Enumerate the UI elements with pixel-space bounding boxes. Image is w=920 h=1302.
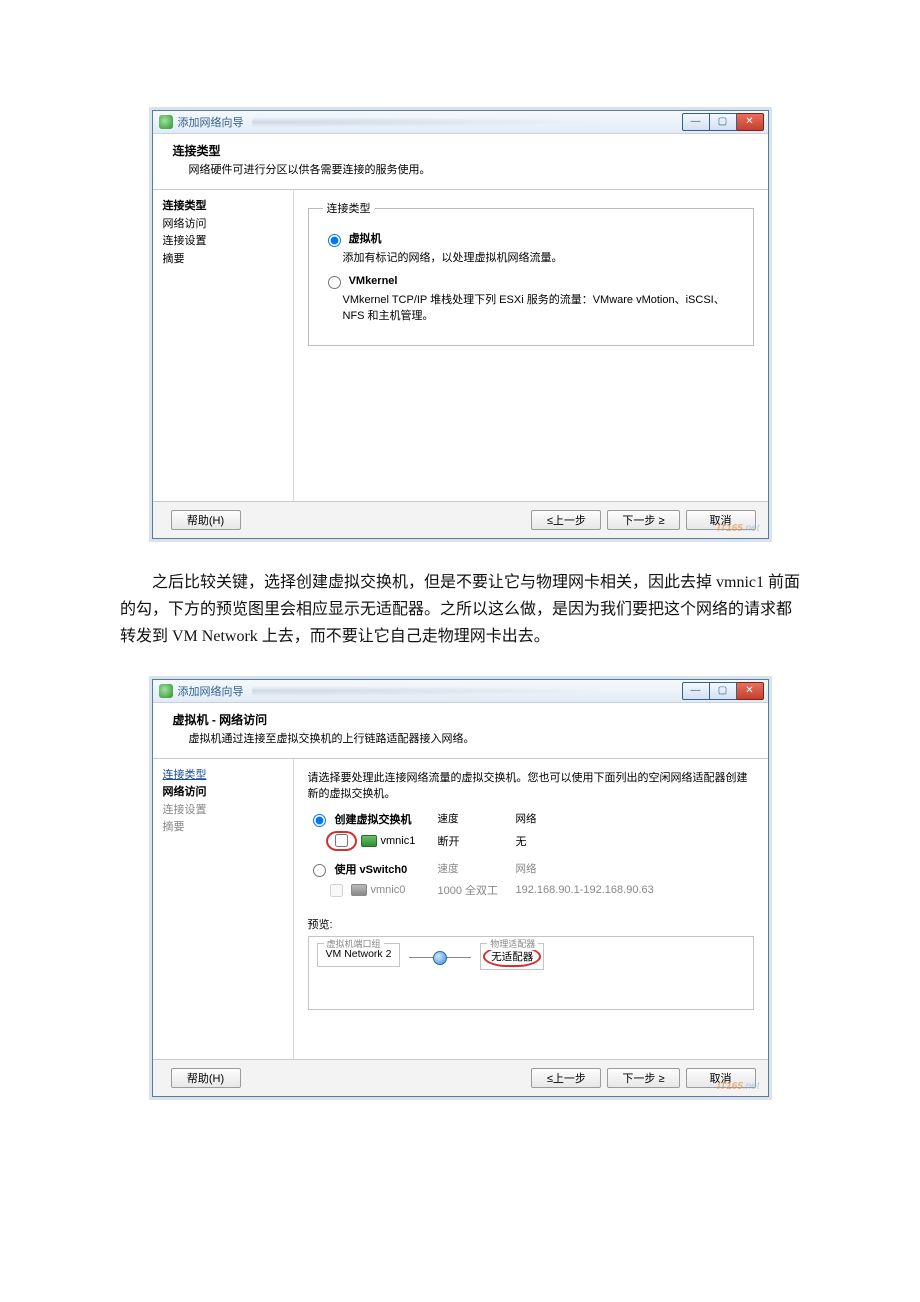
dialog-header: 连接类型 网络硬件可进行分区以供各需要连接的服务使用。 bbox=[153, 134, 768, 190]
radio-vmkernel[interactable] bbox=[328, 276, 341, 289]
step-connection-type[interactable]: 连接类型 bbox=[163, 767, 283, 785]
button-bar: 帮助(H) ≤上一步 下一步 ≥ 取消 IT165.net bbox=[153, 501, 768, 538]
button-bar: 帮助(H) ≤上一步 下一步 ≥ 取消 IT165.net bbox=[153, 1059, 768, 1096]
help-button[interactable]: 帮助(H) bbox=[171, 510, 241, 530]
preview-adapter-legend: 物理适配器 bbox=[487, 937, 538, 950]
radio-vmkernel-label: VMkernel bbox=[349, 275, 398, 287]
step-connection-type: 连接类型 bbox=[163, 198, 283, 216]
radio-create-vswitch[interactable] bbox=[313, 814, 326, 827]
window-title: 添加网络向导 bbox=[178, 683, 244, 699]
wizard-dialog-network-access: 添加网络向导 — ▢ ✕ 虚拟机 - 网络访问 虚拟机通过连接至虚拟交换机的上行… bbox=[152, 679, 769, 1097]
connection-type-group: 连接类型 虚拟机 添加有标记的网络，以处理虚拟机网络流量。 VMkernel V… bbox=[308, 200, 754, 346]
col-network-header-1: 网络 bbox=[516, 811, 754, 826]
preview-connector bbox=[409, 951, 471, 965]
step-connection-settings: 连接设置 bbox=[163, 233, 283, 251]
radio-use-vswitch0-label: 使用 vSwitch0 bbox=[335, 861, 408, 877]
option-use-vswitch0-row: 使用 vSwitch0 速度 网络 bbox=[308, 859, 754, 879]
header-subtitle: 网络硬件可进行分区以供各需要连接的服务使用。 bbox=[173, 161, 748, 177]
col-speed-header-2: 速度 bbox=[438, 861, 516, 876]
vmnic1-speed: 断开 bbox=[438, 833, 516, 849]
preview-no-adapter-text: 无适配器 bbox=[491, 951, 533, 963]
radio-vmkernel-desc: VMkernel TCP/IP 堆栈处理下列 ESXi 服务的流量：VMware… bbox=[343, 291, 739, 323]
radio-virtual-machine-label: 虚拟机 bbox=[349, 233, 382, 245]
preview-label: 预览: bbox=[308, 916, 754, 932]
close-button[interactable]: ✕ bbox=[737, 113, 764, 131]
titlebar-blur bbox=[252, 116, 674, 128]
option-create-vswitch-row: 创建虚拟交换机 速度 网络 bbox=[308, 809, 754, 829]
step-network-access: 网络访问 bbox=[163, 216, 283, 234]
minimize-button[interactable]: — bbox=[682, 682, 710, 700]
back-button[interactable]: ≤上一步 bbox=[531, 510, 601, 530]
step-summary: 摘要 bbox=[163, 819, 283, 837]
vmnic0-speed: 1000 全双工 bbox=[438, 882, 516, 898]
nic-icon bbox=[361, 835, 377, 847]
preview-box: 虚拟机端口组 VM Network 2 物理适配器 无适配器 bbox=[308, 936, 754, 1010]
wizard-steps-sidebar: 连接类型 网络访问 连接设置 摘要 bbox=[153, 190, 294, 501]
minimize-button[interactable]: — bbox=[682, 113, 710, 131]
main-pane: 请选择要处理此连接网络流量的虚拟交换机。您也可以使用下面列出的空闲网络适配器创建… bbox=[294, 759, 768, 1059]
app-icon bbox=[159, 115, 173, 129]
header-title: 虚拟机 - 网络访问 bbox=[173, 711, 748, 728]
nic-name-vmnic0: vmnic0 bbox=[371, 884, 406, 896]
checkbox-vmnic1[interactable] bbox=[335, 834, 348, 847]
nic-name-vmnic1: vmnic1 bbox=[381, 835, 416, 847]
close-button[interactable]: ✕ bbox=[737, 682, 764, 700]
col-network-header-2: 网络 bbox=[516, 861, 754, 876]
step-network-access: 网络访问 bbox=[163, 784, 283, 802]
dialog-header: 虚拟机 - 网络访问 虚拟机通过连接至虚拟交换机的上行链路适配器接入网络。 bbox=[153, 703, 768, 759]
preview-portgroup-box: 虚拟机端口组 VM Network 2 bbox=[317, 943, 401, 967]
highlight-circle-icon bbox=[326, 831, 357, 851]
nic-icon bbox=[351, 884, 367, 896]
preview-portgroup-legend: 虚拟机端口组 bbox=[324, 937, 384, 950]
col-speed-header-1: 速度 bbox=[438, 811, 516, 826]
help-button[interactable]: 帮助(H) bbox=[171, 1068, 241, 1088]
back-button[interactable]: ≤上一步 bbox=[531, 1068, 601, 1088]
titlebar[interactable]: 添加网络向导 — ▢ ✕ bbox=[153, 111, 768, 134]
checkbox-vmnic0 bbox=[330, 884, 343, 897]
main-pane: 连接类型 虚拟机 添加有标记的网络，以处理虚拟机网络流量。 VMkernel V… bbox=[294, 190, 768, 501]
header-subtitle: 虚拟机通过连接至虚拟交换机的上行链路适配器接入网络。 bbox=[173, 730, 748, 746]
vmnic1-row: vmnic1 断开 无 bbox=[308, 829, 754, 853]
group-legend: 连接类型 bbox=[323, 200, 375, 216]
vswitch-dot-icon bbox=[433, 951, 447, 965]
titlebar-blur bbox=[252, 685, 674, 697]
preview-adapter-box: 物理适配器 无适配器 bbox=[480, 943, 544, 970]
header-title: 连接类型 bbox=[173, 142, 748, 159]
app-icon bbox=[159, 684, 173, 698]
cancel-button[interactable]: 取消 bbox=[686, 1068, 756, 1088]
step-summary: 摘要 bbox=[163, 251, 283, 269]
instruction-text: 请选择要处理此连接网络流量的虚拟交换机。您也可以使用下面列出的空闲网络适配器创建… bbox=[308, 769, 754, 801]
wizard-dialog-connection-type: 添加网络向导 — ▢ ✕ 连接类型 网络硬件可进行分区以供各需要连接的服务使用。… bbox=[152, 110, 769, 539]
step-connection-settings: 连接设置 bbox=[163, 802, 283, 820]
vswitch-options-table: 创建虚拟交换机 速度 网络 vmnic1 bbox=[308, 809, 754, 902]
radio-virtual-machine-desc: 添加有标记的网络，以处理虚拟机网络流量。 bbox=[343, 249, 739, 265]
radio-virtual-machine[interactable] bbox=[328, 234, 341, 247]
cancel-button[interactable]: 取消 bbox=[686, 510, 756, 530]
radio-use-vswitch0[interactable] bbox=[313, 864, 326, 877]
maximize-button[interactable]: ▢ bbox=[710, 113, 737, 131]
next-button[interactable]: 下一步 ≥ bbox=[607, 510, 679, 530]
maximize-button[interactable]: ▢ bbox=[710, 682, 737, 700]
instruction-paragraph: 之后比较关键，选择创建虚拟交换机，但是不要让它与物理网卡相关，因此去掉 vmni… bbox=[120, 569, 800, 651]
radio-create-vswitch-label: 创建虚拟交换机 bbox=[335, 811, 412, 827]
wizard-steps-sidebar: 连接类型 网络访问 连接设置 摘要 bbox=[153, 759, 294, 1059]
vmnic0-network: 192.168.90.1-192.168.90.63 bbox=[516, 884, 754, 896]
vmnic1-network: 无 bbox=[516, 833, 754, 849]
window-title: 添加网络向导 bbox=[178, 114, 244, 130]
titlebar[interactable]: 添加网络向导 — ▢ ✕ bbox=[153, 680, 768, 703]
vmnic0-row: vmnic0 1000 全双工 192.168.90.1-192.168.90.… bbox=[308, 879, 754, 902]
next-button[interactable]: 下一步 ≥ bbox=[607, 1068, 679, 1088]
